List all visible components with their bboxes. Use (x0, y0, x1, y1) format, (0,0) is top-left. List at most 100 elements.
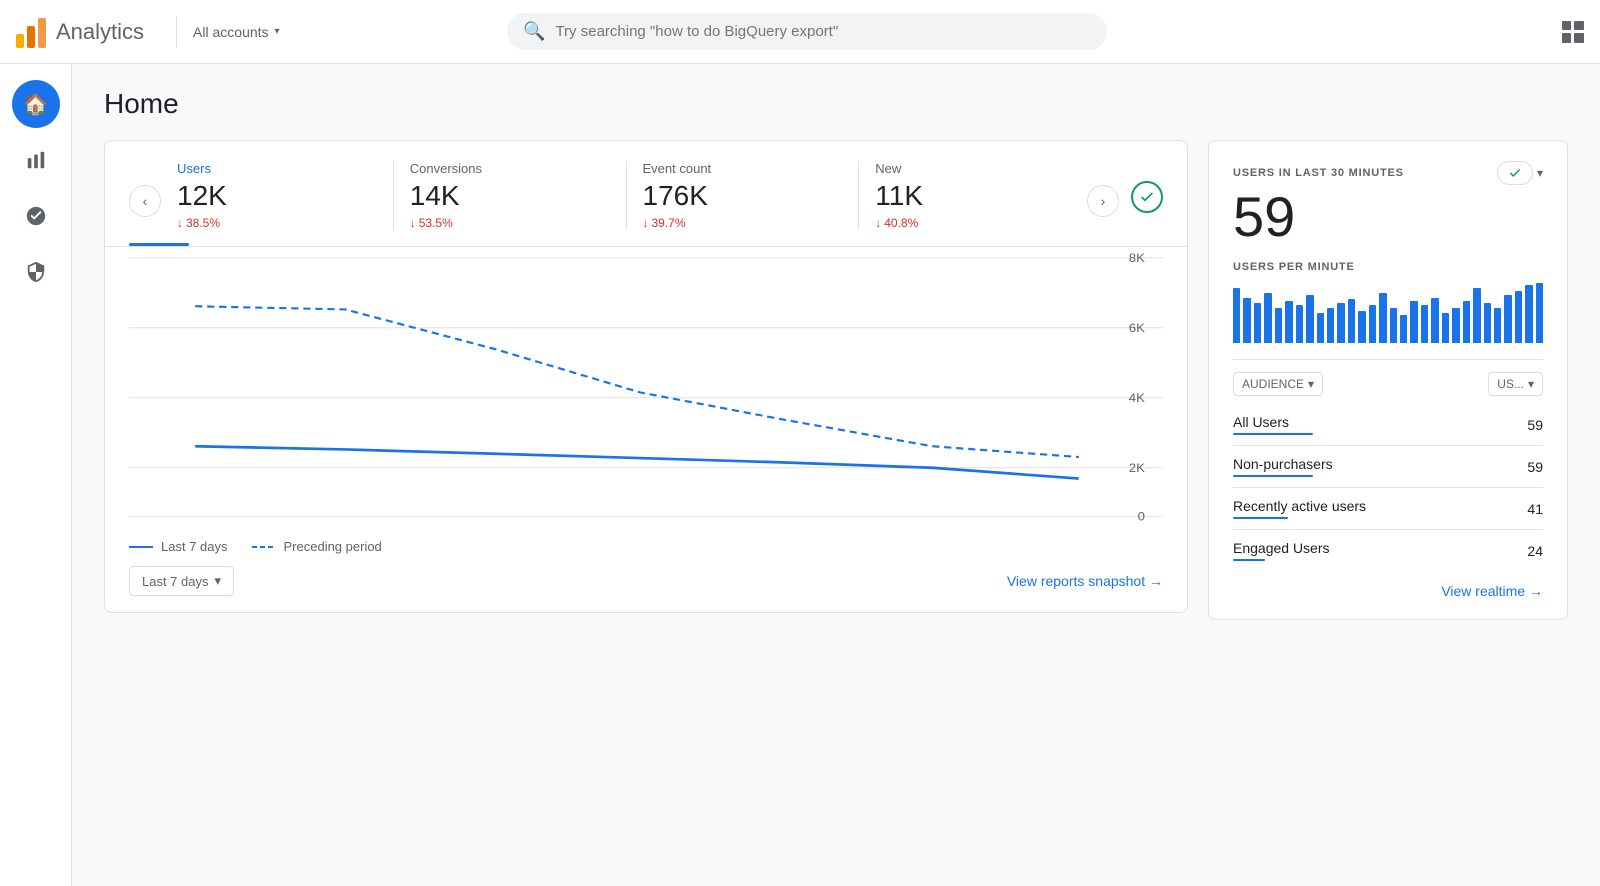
bar-col (1494, 308, 1501, 343)
bar-col (1431, 298, 1438, 343)
account-name: All accounts (193, 24, 268, 40)
audience-dropdown[interactable]: AUDIENCE ▾ (1233, 372, 1323, 396)
sidebar-item-insights[interactable] (12, 192, 60, 240)
chart-footer: Last 7 days Preceding period Last 7 days… (105, 527, 1187, 596)
audience-engaged: Engaged Users (1233, 540, 1330, 561)
audience-name-label: Recently active users (1233, 498, 1366, 514)
audience-label: AUDIENCE (1242, 377, 1304, 391)
audience-count: 41 (1527, 501, 1543, 517)
layout: 🏠 Home ‹ Users 12K (0, 0, 1600, 886)
bar-col (1233, 288, 1240, 343)
bar-col (1358, 311, 1365, 343)
chart-area: 8K 6K 4K 2K 0 26 Feb 27 28 29 01 Mar 02 (105, 247, 1187, 527)
apps-icon[interactable] (1562, 21, 1584, 43)
audience-row-non-purchasers: Non-purchasers 59 (1233, 446, 1543, 488)
active-tab-indicator (129, 243, 189, 246)
sidebar-item-reports[interactable] (12, 136, 60, 184)
next-arrow[interactable]: › (1087, 185, 1119, 217)
bar-col (1504, 295, 1511, 343)
audience-count: 24 (1527, 543, 1543, 559)
down-arrow-icon: ↓ (410, 216, 416, 230)
metric-users-change: ↓38.5% (177, 216, 377, 230)
sidebar-item-home[interactable]: 🏠 (12, 80, 60, 128)
bar-col (1327, 308, 1334, 343)
audience-header: AUDIENCE ▾ US... ▾ (1233, 359, 1543, 396)
solid-line-icon (129, 546, 153, 548)
view-realtime-label: View realtime → (1441, 583, 1543, 599)
realtime-header: USERS IN LAST 30 MINUTES ▾ (1233, 161, 1543, 185)
view-reports-link[interactable]: View reports snapshot → (1007, 573, 1163, 589)
header-divider (176, 16, 177, 48)
prev-arrow[interactable]: ‹ (129, 185, 161, 217)
bar-col (1275, 308, 1282, 343)
bar-col (1442, 313, 1449, 343)
bar-col (1515, 291, 1522, 343)
main-analytics-card: ‹ Users 12K ↓38.5% Conversions 14K (104, 140, 1188, 613)
account-selector[interactable]: All accounts ▾ (193, 24, 280, 40)
logo: Analytics (16, 16, 144, 48)
bar-col (1452, 308, 1459, 343)
sidebar-item-advertising[interactable] (12, 248, 60, 296)
metric-new-value: 11K (875, 180, 1075, 212)
bar-col (1369, 305, 1376, 343)
audience-count: 59 (1527, 459, 1543, 475)
metric-users-label: Users (177, 161, 377, 176)
dashed-line-icon (252, 543, 276, 551)
metric-users: Users 12K ↓38.5% (177, 161, 377, 230)
down-arrow-icon: ↓ (177, 216, 183, 230)
bar-col (1525, 285, 1532, 343)
metric-new-label: New (875, 161, 1075, 176)
chevron-down-icon[interactable]: ▾ (1537, 166, 1543, 180)
view-realtime-link[interactable]: View realtime → (1233, 583, 1543, 599)
bar-col (1473, 288, 1480, 343)
search-input[interactable] (555, 23, 1091, 40)
audience-count: 59 (1527, 417, 1543, 433)
app-title: Analytics (56, 19, 144, 45)
bar-col (1421, 305, 1428, 343)
svg-text:2K: 2K (1129, 462, 1146, 475)
metric-event-value: 176K (643, 180, 843, 212)
bar-col (1306, 295, 1313, 343)
bar-col (1379, 293, 1386, 343)
search-bar[interactable]: 🔍 (507, 13, 1107, 50)
audience-table: All Users 59 Non-purchasers 59 (1233, 404, 1543, 571)
svg-text:6K: 6K (1129, 322, 1146, 335)
metric-event-label: Event count (643, 161, 843, 176)
check-circle-icon[interactable] (1131, 181, 1163, 213)
line-chart: 8K 6K 4K 2K 0 26 Feb 27 28 29 01 Mar 02 (129, 247, 1163, 527)
realtime-count: 59 (1233, 189, 1543, 245)
metric-conversions: Conversions 14K ↓53.5% (410, 161, 610, 230)
main-content: Home ‹ Users 12K ↓38.5% (72, 64, 1600, 886)
svg-text:0: 0 (1138, 510, 1145, 523)
down-arrow-icon: ↓ (643, 216, 649, 230)
bar-col (1463, 301, 1470, 343)
date-range-button[interactable]: Last 7 days ▾ (129, 566, 234, 596)
header-right (1562, 21, 1584, 43)
bar-col (1337, 303, 1344, 343)
metric-new: New 11K ↓40.8% (875, 161, 1075, 230)
bar-col (1317, 313, 1324, 343)
realtime-label: USERS IN LAST 30 MINUTES (1233, 167, 1404, 179)
audience-all-users: All Users (1233, 414, 1313, 435)
us-dropdown[interactable]: US... ▾ (1488, 372, 1543, 396)
legend-solid-label: Last 7 days (161, 539, 228, 554)
metric-new-change: ↓40.8% (875, 216, 1075, 230)
realtime-controls: ▾ (1497, 161, 1543, 185)
bar-col (1264, 293, 1271, 343)
realtime-check-button[interactable] (1497, 161, 1533, 185)
metrics-row: ‹ Users 12K ↓38.5% Conversions 14K (105, 141, 1187, 247)
metric-conversions-change: ↓53.5% (410, 216, 610, 230)
chevron-down-icon: ▾ (1528, 377, 1534, 391)
metric-conversions-value: 14K (410, 180, 610, 212)
sidebar: 🏠 (0, 64, 72, 886)
bar-col (1484, 303, 1491, 343)
chart-bottom: Last 7 days ▾ View reports snapshot → (129, 566, 1163, 596)
bar-col (1243, 298, 1250, 343)
date-range-label: Last 7 days (142, 574, 209, 589)
bar-col (1285, 301, 1292, 343)
realtime-card: USERS IN LAST 30 MINUTES ▾ 59 USERS PER … (1208, 140, 1568, 620)
audience-row-recently-active: Recently active users 41 (1233, 488, 1543, 530)
svg-text:4K: 4K (1129, 392, 1146, 405)
audience-bar (1233, 475, 1313, 477)
audience-bar (1233, 433, 1313, 435)
